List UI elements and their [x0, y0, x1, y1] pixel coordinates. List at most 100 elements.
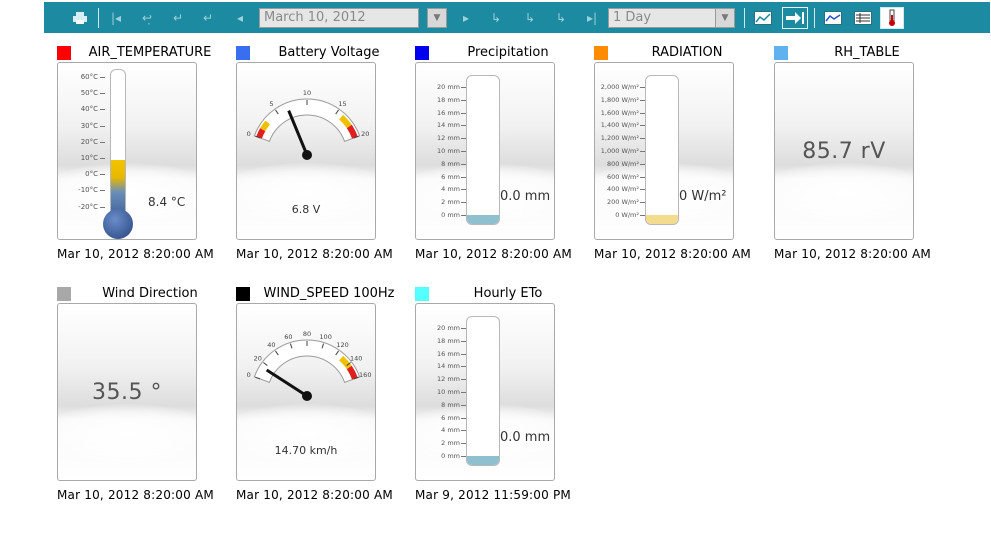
gauge-hub [302, 391, 312, 401]
scale-label: 800 W/m² [606, 159, 639, 168]
widget-wind-direction[interactable]: Wind Direction 35.5 ° Mar 10, 2012 8:20:00… [57, 285, 214, 515]
scale-label: 4 mm [441, 426, 460, 435]
scale-label: 600 W/m² [606, 172, 639, 181]
gauge-scale-label: 80 [303, 330, 311, 338]
scale-label: 0 mm [441, 211, 460, 219]
print-icon[interactable] [72, 7, 88, 29]
back-step-icon[interactable]: ↵ [198, 7, 218, 29]
color-swatch [236, 46, 250, 60]
date-input[interactable]: March 10, 2012 [259, 8, 419, 28]
scale-label: 20 mm [436, 324, 460, 332]
widget-radiation[interactable]: RADIATION 2,000 W/m² 1,800 W/m² 1,600 W/m² 1… [594, 44, 751, 274]
first-icon[interactable]: |◂ [108, 7, 124, 29]
scale-label: 60°C [80, 73, 98, 81]
level-value: 0.0 mm [500, 430, 551, 445]
toolbar-divider [98, 8, 99, 28]
scale-label: 20°C [80, 137, 98, 146]
scale-label: -20°C [78, 202, 98, 211]
scale-tick [100, 206, 105, 208]
widget-title: Wind Direction [102, 286, 198, 301]
widget-card[interactable]: 20 mm 18 mm 16 mm 14 mm 12 mm 10 mm 8 mm 6 mm 4 … [415, 303, 555, 481]
toolbar: |◂ ↩̣ ↵ ↵ ◂ March 10, 2012 ▼ ▸ ↳ ↳ ↳ ▸| … [44, 2, 990, 33]
widget-title: RADIATION [651, 45, 723, 60]
date-dropdown-button[interactable]: ▼ [427, 8, 447, 28]
scale-label: 1,200 W/m² [600, 134, 639, 143]
widget-timestamp: Mar 10, 2012 8:20:00 AM [415, 247, 572, 261]
scale-label: 0 W/m² [615, 211, 639, 219]
gauge-icon[interactable] [880, 7, 904, 29]
forward-hour-icon[interactable]: ↳ [520, 7, 540, 29]
table-icon[interactable] [852, 8, 874, 28]
color-swatch [594, 46, 608, 60]
widget-card[interactable]: 0 5 10 15 20 6.8 V [236, 62, 376, 240]
widget-air-temperature[interactable]: AIR_TEMPERATURE 60°C 50°C 40°C 30°C 20°C 10°C 0… [57, 44, 214, 274]
widget-card[interactable]: 60°C 50°C 40°C 30°C 20°C 10°C 0°C -10°C -20°C 8.4… [57, 62, 197, 240]
widget-card[interactable]: 0 20 40 60 80 100 120 140 160 14.70 km/h [236, 303, 376, 481]
level-tube [466, 75, 500, 225]
scale-label: -10°C [78, 186, 98, 195]
scale-label: 12 mm [436, 134, 460, 143]
forward-day-icon[interactable]: ↳ [550, 7, 572, 29]
last-icon[interactable]: ▸| [584, 7, 600, 29]
chart-icon[interactable] [822, 8, 844, 28]
display-value: 85.7 rV [802, 139, 886, 164]
widget-header: Precipitation [415, 44, 575, 60]
scale-label: 10 mm [436, 147, 460, 155]
widget-hourly-eto[interactable]: Hourly ETo 20 mm 18 mm 16 mm 14 mm 12 mm 10 mm… [415, 285, 571, 515]
level-tube [645, 75, 679, 225]
scale-label: 4 mm [441, 185, 460, 194]
range-dropdown-button[interactable]: ▼ [715, 8, 735, 28]
widget-timestamp: Mar 9, 2012 11:59:00 PM [415, 488, 571, 502]
widget-precipitation[interactable]: Precipitation 20 mm 18 mm 16 mm 14 mm 12 mm 10… [415, 44, 572, 274]
widget-battery-voltage[interactable]: Battery Voltage 0 5 10 15 20 6.8 V Mar 10, 2012… [236, 44, 393, 274]
gauge-dial: 0 5 10 15 20 [247, 89, 369, 160]
gauge-value: 14.70 km/h [274, 444, 338, 457]
color-swatch [774, 46, 788, 60]
level-fill [467, 456, 499, 465]
widget-card[interactable]: 85.7 rV [774, 62, 914, 240]
gauge-scale-label: 160 [359, 371, 371, 379]
level-fill [646, 215, 678, 224]
gauge-dial: 0 20 40 60 80 100 120140 160 [247, 330, 371, 401]
scale-tick [100, 174, 105, 176]
next-icon[interactable]: ▸ [458, 7, 474, 29]
live-icon[interactable] [782, 7, 808, 29]
scale-label: 16 mm [436, 349, 460, 358]
scale-tick [100, 125, 105, 127]
scale-label: 1,800 W/m² [600, 95, 639, 104]
thermometer-tube [110, 69, 126, 219]
widget-header: Hourly ETo [415, 285, 575, 301]
scale-label: 30°C [80, 121, 98, 130]
scale-label: 1,400 W/m² [600, 121, 639, 130]
scale-label: 8 mm [441, 400, 460, 409]
graph-icon[interactable] [752, 8, 774, 28]
widget-card[interactable]: 35.5 ° [57, 303, 197, 481]
widget-card[interactable]: 20 mm 18 mm 16 mm 14 mm 12 mm 10 mm 8 mm 6 mm 4 … [415, 62, 555, 240]
scale-label: 8 mm [441, 159, 460, 168]
color-swatch [236, 287, 250, 301]
level-tube [466, 316, 500, 466]
color-swatch [57, 46, 71, 60]
widget-timestamp: Mar 10, 2012 8:20:00 AM [236, 488, 393, 502]
back-hour-icon[interactable]: ↵ [168, 7, 188, 29]
gauge-needle [287, 110, 309, 156]
widget-card[interactable]: 2,000 W/m² 1,800 W/m² 1,600 W/m² 1,400 W/m²… [594, 62, 734, 240]
widget-timestamp: Mar 10, 2012 8:20:00 AM [57, 488, 214, 502]
scale-tick [100, 141, 105, 143]
gauge-scale-label: 20 [361, 130, 369, 138]
card-highlight [775, 163, 913, 223]
gauge-scale-label: 10 [303, 89, 311, 97]
scale-label: 1,600 W/m² [600, 108, 639, 117]
widget-timestamp: Mar 10, 2012 8:20:00 AM [57, 247, 214, 261]
back-day-icon[interactable]: ↩̣ [136, 7, 158, 29]
widget-wind-speed-100hz[interactable]: WIND_SPEED 100Hz 0 20 40 60 80 100 120 140 160 14.… [236, 285, 395, 515]
widget-rh-table[interactable]: RH_TABLE 85.7 rV Mar 10, 2012 8:20:00 AM [774, 44, 931, 274]
widget-header: WIND_SPEED 100Hz [236, 285, 396, 301]
forward-step-icon[interactable]: ↳ [486, 7, 506, 29]
widget-title: Hourly ETo [473, 286, 543, 301]
prev-icon[interactable]: ◂ [232, 7, 248, 29]
level-fill [467, 215, 499, 224]
scale-label: 14 mm [436, 121, 460, 130]
chevron-down-icon: ▼ [721, 13, 729, 23]
scale-label: 1,000 W/m² [600, 147, 639, 155]
